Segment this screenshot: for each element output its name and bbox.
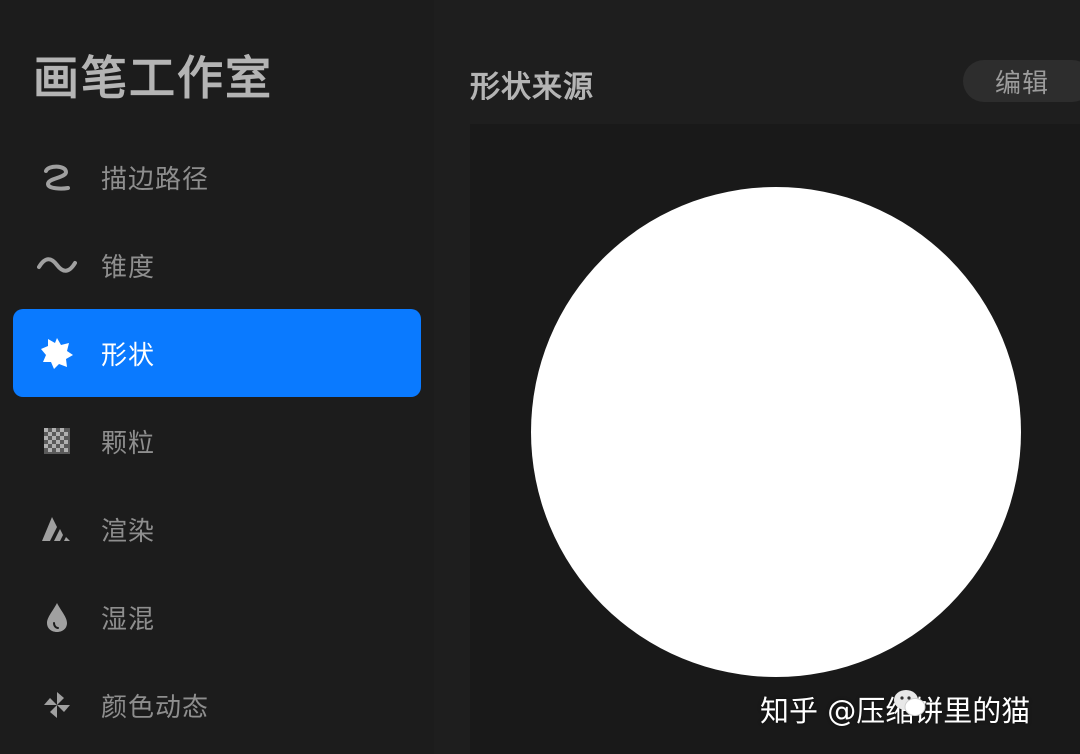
- stroke-path-icon: [29, 157, 85, 197]
- rendering-icon: [29, 509, 85, 549]
- sidebar: 画笔工作室 描边路径 锥度 形状 颗粒 渲染 湿混 颜色动态: [0, 0, 434, 754]
- sidebar-item-color-dynamics[interactable]: 颜色动态: [13, 661, 421, 749]
- sidebar-item-label: 描边路径: [101, 164, 210, 195]
- sidebar-item-taper[interactable]: 锥度: [13, 221, 421, 309]
- sidebar-item-label: 湿混: [101, 604, 156, 635]
- shape-source-circle: [531, 187, 1021, 677]
- section-title: 形状来源: [470, 70, 594, 105]
- sidebar-item-label: 颜色动态: [101, 692, 210, 723]
- sidebar-item-wet-mix[interactable]: 湿混: [13, 573, 421, 661]
- watermark-text-left: 知乎 @压: [760, 694, 886, 728]
- sidebar-item-label: 形状: [101, 340, 156, 371]
- sidebar-item-grain[interactable]: 颗粒: [13, 397, 421, 485]
- sidebar-item-shape[interactable]: 形状: [13, 309, 421, 397]
- shape-icon: [29, 333, 85, 373]
- wechat-icon: [893, 688, 927, 718]
- taper-icon: [29, 245, 85, 285]
- edit-button[interactable]: 编辑: [963, 60, 1080, 102]
- sidebar-item-label: 颗粒: [101, 428, 156, 459]
- sidebar-item-stroke-path[interactable]: 描边路径: [13, 133, 421, 221]
- color-dynamics-icon: [29, 685, 85, 725]
- grain-icon: [29, 421, 85, 461]
- sidebar-item-label: 锥度: [101, 252, 156, 283]
- wet-mix-icon: [29, 597, 85, 637]
- sidebar-item-label: 渲染: [101, 516, 156, 547]
- sidebar-item-rendering[interactable]: 渲染: [13, 485, 421, 573]
- app-title: 画笔工作室: [33, 51, 273, 105]
